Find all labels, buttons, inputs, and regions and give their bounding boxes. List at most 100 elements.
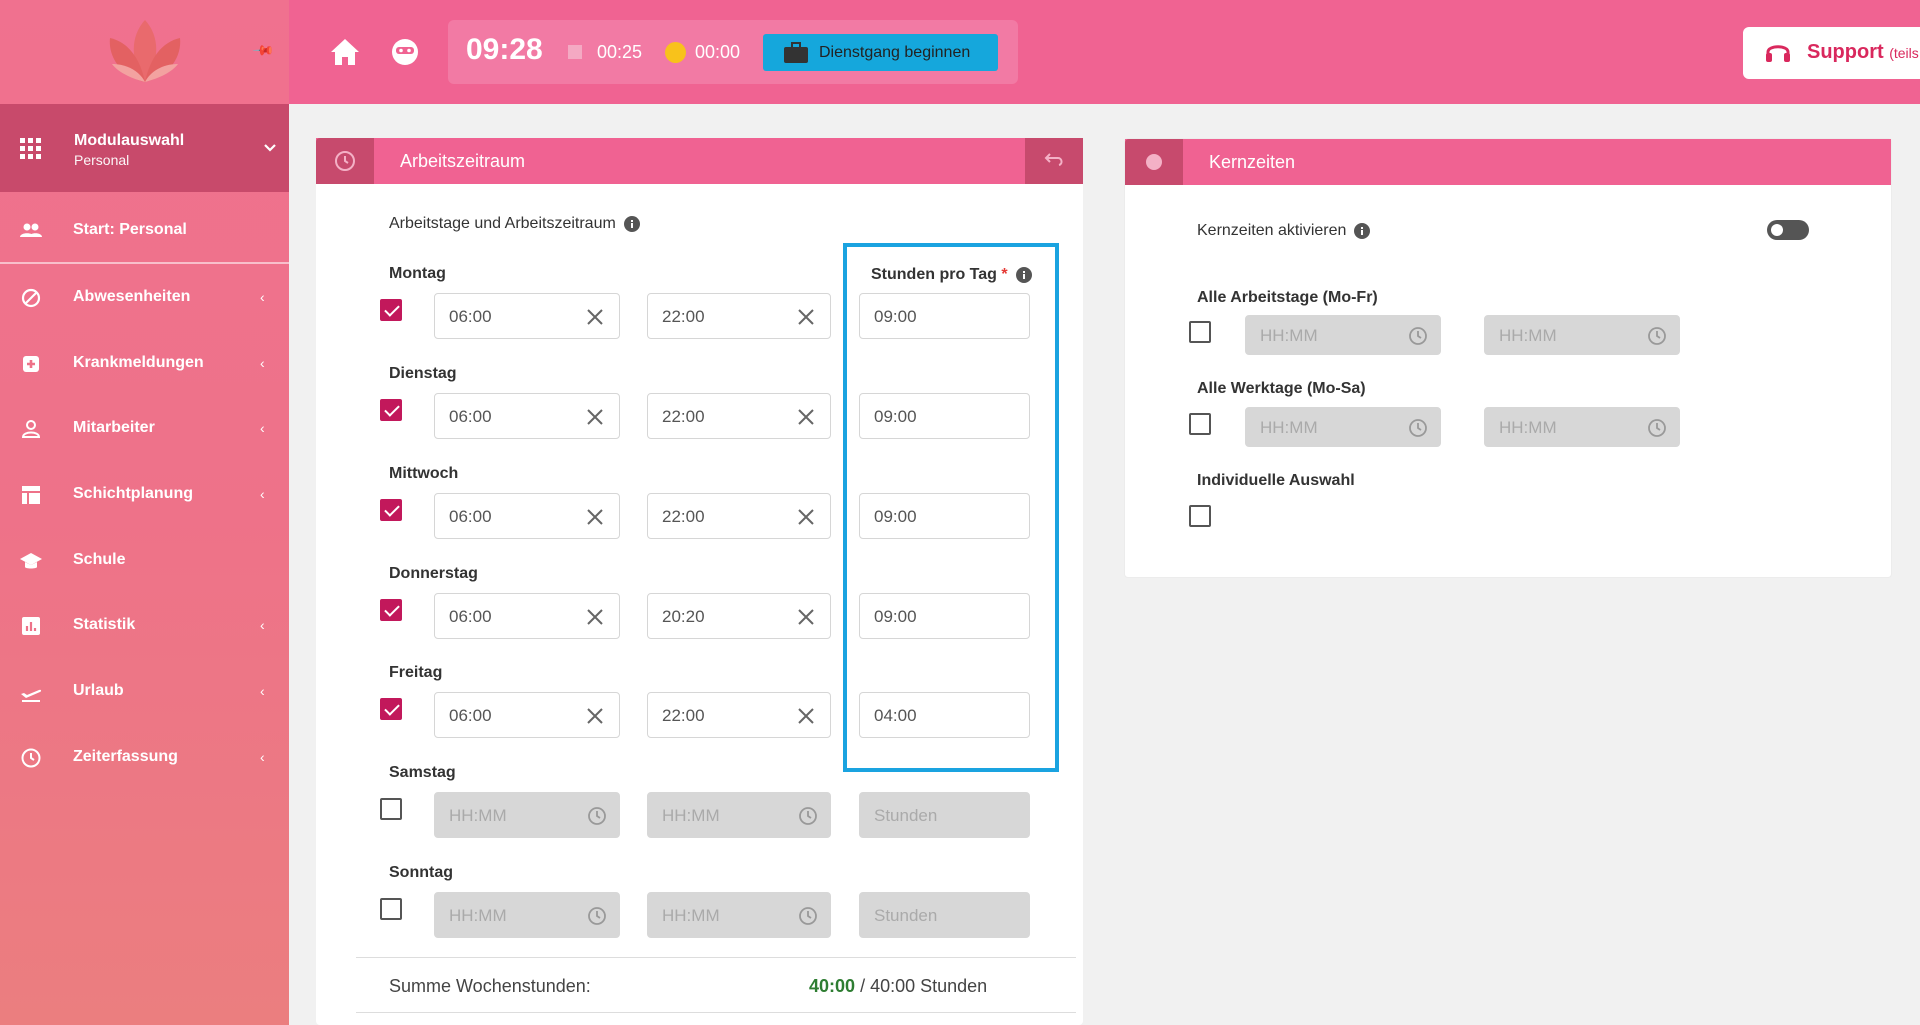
day-checkbox[interactable] [380, 499, 402, 521]
card-icon-box [1125, 139, 1183, 185]
sidebar-item-abwesenheiten[interactable]: Abwesenheiten ‹ [0, 267, 289, 327]
time-from-input[interactable]: HH:MM [434, 792, 620, 838]
clock-icon [1409, 419, 1427, 437]
day-checkbox[interactable] [380, 299, 402, 321]
time-to-input[interactable]: 20:20 [647, 593, 831, 639]
time-to-input[interactable]: 22:00 [647, 293, 831, 339]
dienstgang-label: Dienstgang beginnen [819, 43, 971, 61]
day-label: Dienstag [389, 365, 457, 382]
section-label: Arbeitstage und Arbeitszeitraum [389, 215, 640, 233]
day-checkbox[interactable] [380, 698, 402, 720]
day-label: Mittwoch [389, 465, 459, 482]
support-button[interactable]: Support (teils [1743, 27, 1920, 79]
card-title: Kernzeiten [1209, 152, 1296, 172]
dienstgang-button[interactable]: Dienstgang beginnen [763, 34, 998, 71]
time-from-input[interactable]: 06:00 [434, 493, 620, 539]
clear-icon[interactable] [585, 507, 605, 527]
sidebar-item-statistik[interactable]: Statistik ‹ [0, 595, 289, 655]
sidebar: 📌 Modulauswahl Personal Start: Personal … [0, 0, 289, 1025]
day-label: Montag [389, 265, 446, 282]
sidebar-item-urlaub[interactable]: Urlaub ‹ [0, 661, 289, 721]
clear-icon[interactable] [796, 307, 816, 327]
time-from-input[interactable]: HH:MM [434, 892, 620, 938]
clear-icon[interactable] [796, 507, 816, 527]
group-label: Alle Werktage (Mo-Sa) [1197, 380, 1366, 397]
time-to-input[interactable]: 22:00 [647, 493, 831, 539]
sidebar-item-start-personal[interactable]: Start: Personal [0, 200, 289, 260]
medical-icon [23, 356, 39, 372]
checkbox-individuelle-auswahl[interactable] [1189, 505, 1211, 527]
chevron-left-icon: ‹ [260, 289, 265, 305]
time-to-input[interactable]: HH:MM [647, 892, 831, 938]
clock-icon [335, 151, 355, 171]
divider [356, 957, 1076, 958]
day-checkbox[interactable] [380, 399, 402, 421]
time-from-input[interactable]: 06:00 [434, 692, 620, 738]
clock-icon [1409, 327, 1427, 345]
sidebar-item-schichtplanung[interactable]: Schichtplanung ‹ [0, 464, 289, 524]
module-selector[interactable]: Modulauswahl Personal [0, 104, 289, 192]
undo-button[interactable] [1025, 138, 1083, 184]
table-icon [22, 486, 40, 504]
face-icon[interactable] [387, 34, 423, 70]
clear-icon[interactable] [585, 706, 605, 726]
checkbox-alle-werktage[interactable] [1189, 413, 1211, 435]
kern-from-input[interactable]: HH:MM [1245, 407, 1441, 447]
sidebar-item-label: Zeiterfassung [73, 748, 178, 765]
sum-value: 40:00 / 40:00 Stunden [809, 976, 987, 997]
time-to-input[interactable]: 22:00 [647, 393, 831, 439]
clock-icon [799, 807, 817, 825]
sidebar-item-label: Krankmeldungen [73, 354, 204, 371]
home-icon[interactable] [327, 34, 363, 70]
sidebar-item-label: Urlaub [73, 682, 124, 699]
apps-grid-icon [20, 138, 41, 159]
clear-icon[interactable] [585, 407, 605, 427]
kern-to-input[interactable]: HH:MM [1484, 315, 1680, 355]
sum-label: Summe Wochenstunden: [389, 976, 591, 996]
time-from-input[interactable]: 06:00 [434, 593, 620, 639]
support-label: Support [1807, 41, 1884, 63]
clear-icon[interactable] [796, 706, 816, 726]
individual-label: Individuelle Auswahl [1197, 472, 1355, 489]
coin-time: 00:00 [695, 42, 741, 62]
day-checkbox[interactable] [380, 599, 402, 621]
sidebar-item-label: Start: Personal [73, 221, 187, 238]
support-sub: (teils [1889, 45, 1919, 61]
hours-column-highlight [843, 243, 1059, 772]
sidebar-item-schule[interactable]: Schule [0, 530, 289, 590]
day-checkbox[interactable] [380, 898, 402, 920]
card-icon-box [316, 138, 374, 184]
sum-current: 40:00 [809, 976, 856, 996]
chevron-left-icon: ‹ [260, 486, 265, 502]
pause-coin-icon [665, 42, 686, 63]
time-to-input[interactable]: 22:00 [647, 692, 831, 738]
kernzeiten-toggle[interactable] [1767, 220, 1809, 240]
time-to-input[interactable]: HH:MM [647, 792, 831, 838]
clock-icon [1648, 327, 1666, 345]
sidebar-item-label: Schule [73, 551, 126, 568]
hours-input[interactable]: Stunden [859, 892, 1030, 938]
kern-to-input[interactable]: HH:MM [1484, 407, 1680, 447]
chevron-left-icon: ‹ [260, 683, 265, 699]
sidebar-item-zeiterfassung[interactable]: Zeiterfassung ‹ [0, 727, 289, 787]
time-from-input[interactable]: 06:00 [434, 393, 620, 439]
sidebar-item-krankmeldungen[interactable]: Krankmeldungen ‹ [0, 333, 289, 393]
module-subtitle: Personal [74, 152, 130, 168]
sum-target: / 40:00 Stunden [860, 976, 988, 996]
day-checkbox[interactable] [380, 798, 402, 820]
clear-icon[interactable] [796, 407, 816, 427]
clear-icon[interactable] [585, 307, 605, 327]
undo-icon [1044, 153, 1063, 166]
info-icon [623, 215, 640, 232]
clear-icon[interactable] [585, 607, 605, 627]
module-title: Modulauswahl [74, 132, 185, 149]
group-label: Alle Arbeitstage (Mo-Fr) [1197, 289, 1378, 306]
kernzeiten-activate-label: Kernzeiten aktivieren [1197, 222, 1371, 240]
kern-from-input[interactable]: HH:MM [1245, 315, 1441, 355]
hours-input[interactable]: Stunden [859, 792, 1030, 838]
clear-icon[interactable] [796, 607, 816, 627]
sidebar-item-mitarbeiter[interactable]: Mitarbeiter ‹ [0, 398, 289, 458]
checkbox-alle-arbeitstage[interactable] [1189, 321, 1211, 343]
time-from-input[interactable]: 06:00 [434, 293, 620, 339]
chevron-left-icon: ‹ [260, 617, 265, 633]
